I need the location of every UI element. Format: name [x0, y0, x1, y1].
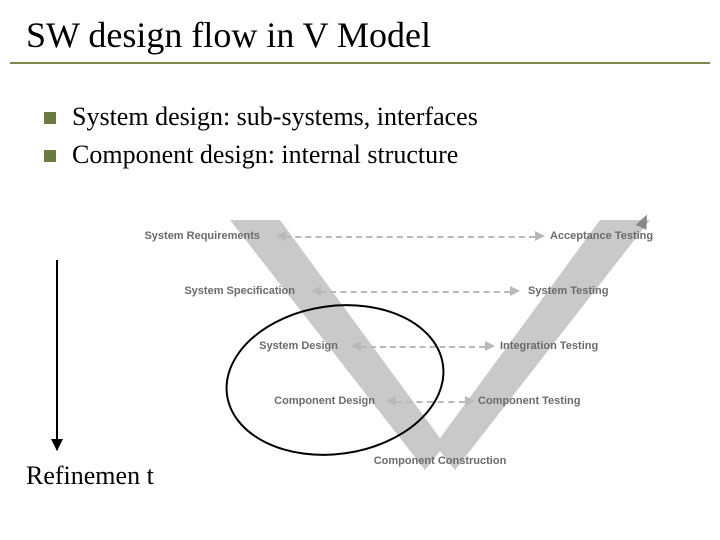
bullet-list: System design: sub-systems, interfaces C…: [44, 102, 720, 170]
stage-system-requirements: System Requirements: [120, 230, 260, 242]
dashed-link-icon: [320, 291, 510, 293]
dashed-link-icon: [285, 236, 535, 238]
bullet-text: System design: sub-systems, interfaces: [72, 102, 478, 132]
arrowhead-right-icon: [535, 231, 545, 241]
bullet-item: System design: sub-systems, interfaces: [44, 102, 720, 132]
square-bullet-icon: [44, 150, 56, 162]
stage-system-specification: System Specification: [155, 285, 295, 297]
stage-component-testing: Component Testing: [478, 395, 618, 407]
refinement-label: Refinemen t: [26, 462, 166, 491]
arrowhead-right-icon: [485, 341, 495, 351]
bullet-text: Component design: internal structure: [72, 140, 458, 170]
bullet-item: Component design: internal structure: [44, 140, 720, 170]
stage-system-testing: System Testing: [528, 285, 668, 297]
v-model-diagram: System Requirements System Specification…: [170, 210, 710, 510]
arrowhead-left-icon: [311, 286, 321, 296]
arrowhead-right-icon: [510, 286, 520, 296]
refinement-arrow-icon: [56, 260, 58, 450]
arrowhead-right-icon: [465, 396, 475, 406]
slide-title: SW design flow in V Model: [10, 0, 710, 64]
square-bullet-icon: [44, 112, 56, 124]
stage-acceptance-testing: Acceptance Testing: [550, 230, 690, 242]
stage-component-construction: Component Construction: [360, 455, 520, 467]
stage-integration-testing: Integration Testing: [500, 340, 640, 352]
arrowhead-left-icon: [276, 231, 286, 241]
